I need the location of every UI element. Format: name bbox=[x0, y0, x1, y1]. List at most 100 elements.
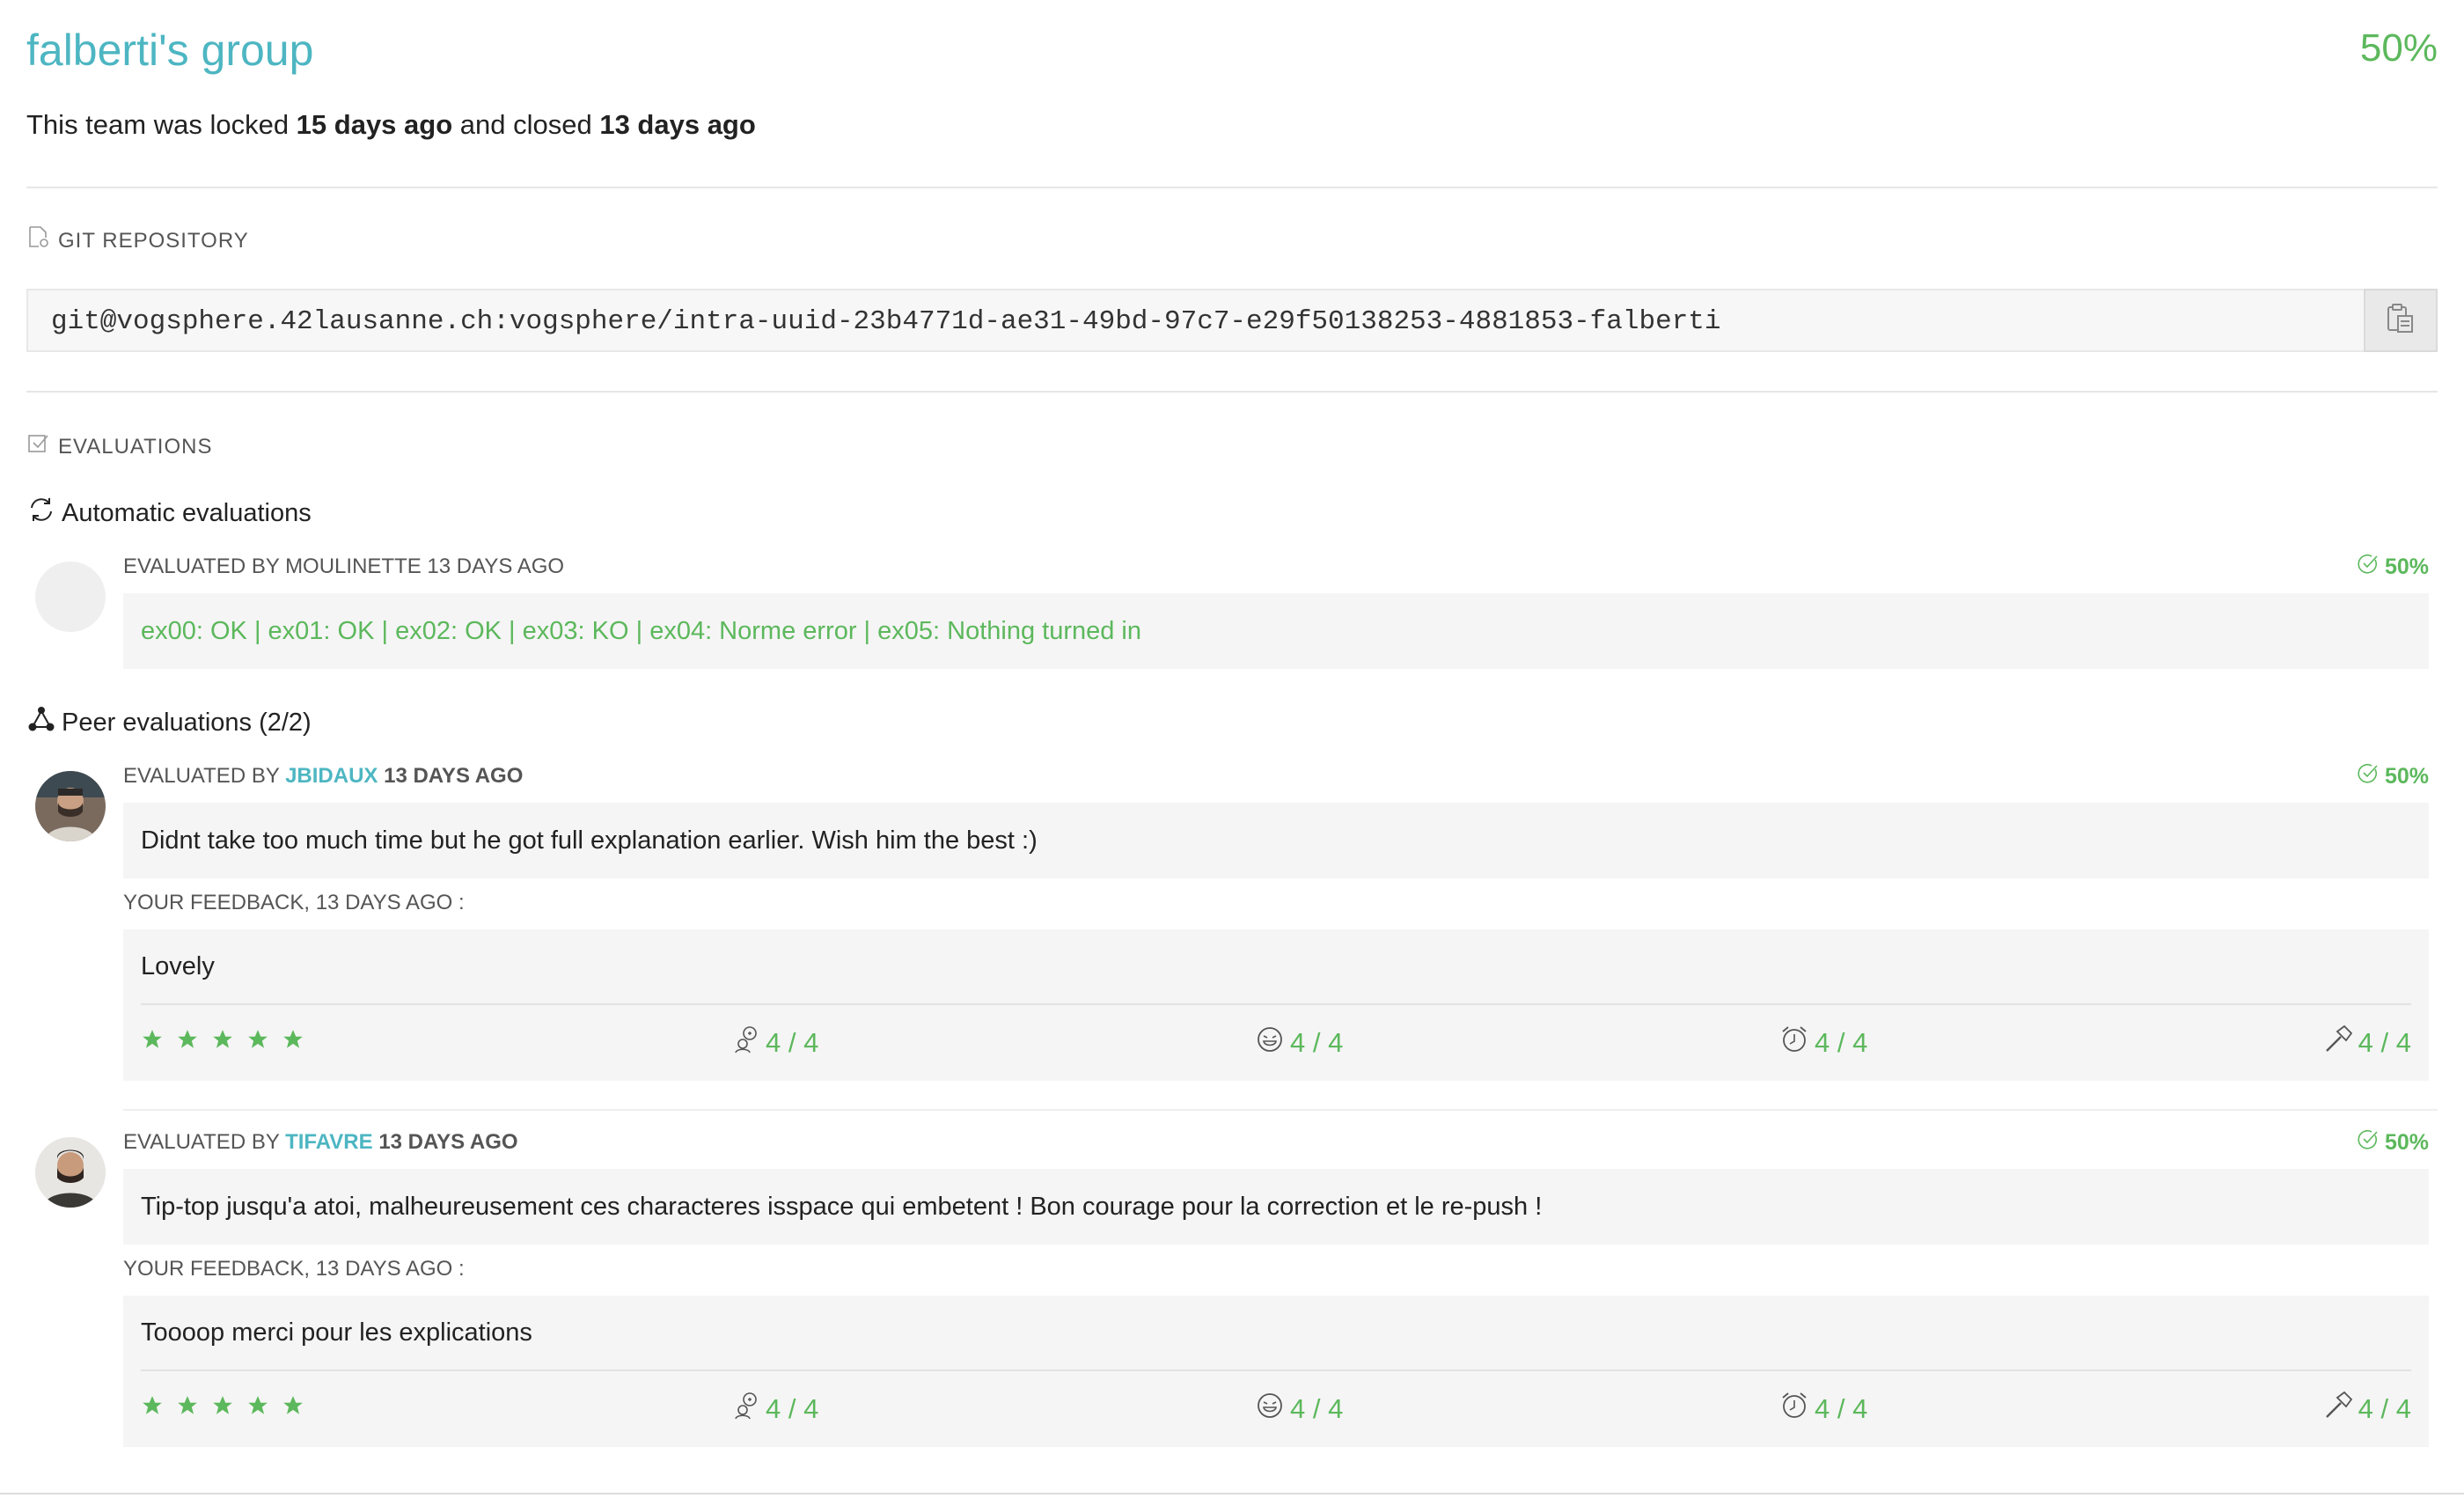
nice-value: 4 / 4 bbox=[1290, 1027, 1344, 1058]
peer-eval-2-score-value: 50% bbox=[2384, 1130, 2429, 1155]
automatic-eval-score: 50% bbox=[2357, 553, 2429, 582]
lock-middle: and closed bbox=[452, 109, 600, 140]
avatar-tifavre[interactable] bbox=[35, 1137, 106, 1208]
interest-value: 4 / 4 bbox=[766, 1393, 819, 1424]
interest-rating: 4 / 4 bbox=[730, 1391, 818, 1428]
lock-status: This team was locked 15 days ago and clo… bbox=[26, 109, 756, 141]
clipboard-icon bbox=[2386, 302, 2416, 340]
automatic-eval-result: ex00: OK | ex01: OK | ex02: OK | ex03: K… bbox=[123, 593, 2429, 669]
star-icon bbox=[283, 1396, 303, 1414]
star-icon bbox=[143, 1030, 162, 1048]
punctuality-value: 4 / 4 bbox=[1815, 1027, 1868, 1058]
repository-url[interactable]: git@vogsphere.42lausanne.ch:vogsphere/in… bbox=[51, 306, 1721, 337]
interest-icon bbox=[730, 1391, 760, 1428]
hammer-icon bbox=[2323, 1024, 2353, 1061]
check-circle-icon bbox=[2357, 553, 2380, 582]
evaluations-text: EVALUATIONS bbox=[58, 434, 213, 459]
peer-eval-2-feedback-text: Toooop merci pour les explications bbox=[141, 1318, 532, 1347]
peer-eval-1-ratings: 4 / 4 4 / 4 4 / 4 4 / 4 bbox=[141, 1024, 2411, 1063]
divider bbox=[123, 1109, 2438, 1111]
star-icon bbox=[213, 1030, 232, 1048]
check-circle-icon bbox=[2357, 762, 2380, 791]
peer-eval-1-feedback-text: Lovely bbox=[141, 952, 215, 980]
group-score: 50% bbox=[2359, 26, 2438, 70]
star-icon bbox=[213, 1396, 232, 1414]
automatic-eval-result-text: ex00: OK | ex01: OK | ex02: OK | ex03: K… bbox=[141, 616, 1142, 645]
peer-eval-1-prefix: EVALUATED BY bbox=[123, 764, 286, 788]
smiley-icon bbox=[1255, 1391, 1285, 1428]
group-title[interactable]: falberti's group bbox=[26, 25, 313, 76]
peer-eval-2-feedback: Toooop merci pour les explications 4 / 4… bbox=[123, 1296, 2429, 1447]
peer-eval-2-ratings: 4 / 4 4 / 4 4 / 4 4 / 4 bbox=[141, 1391, 2411, 1429]
check-circle-icon bbox=[2357, 1128, 2380, 1157]
star-rating bbox=[141, 1394, 304, 1417]
peer-eval-2-feedback-label: YOUR FEEDBACK, 13 DAYS AGO : bbox=[123, 1257, 465, 1281]
punctuality-rating: 4 / 4 bbox=[1779, 1391, 1867, 1428]
divider bbox=[141, 1369, 2411, 1371]
lock-prefix: This team was locked bbox=[26, 109, 297, 140]
automatic-eval-meta: EVALUATED BY MOULINETTE 13 DAYS AGO bbox=[123, 554, 565, 578]
peer-evaluations-text: Peer evaluations (2/2) bbox=[62, 708, 312, 737]
star-icon bbox=[178, 1030, 197, 1048]
peer-eval-1-comment: Didnt take too much time but he got full… bbox=[123, 803, 2429, 878]
nice-value: 4 / 4 bbox=[1290, 1393, 1344, 1424]
peer-eval-1-feedback-label: YOUR FEEDBACK, 13 DAYS AGO : bbox=[123, 891, 465, 914]
evaluations-label: EVALUATIONS bbox=[26, 431, 212, 462]
divider bbox=[141, 1003, 2411, 1005]
peer-eval-2-score: 50% bbox=[2357, 1128, 2429, 1157]
git-repository-text: GIT REPOSITORY bbox=[58, 228, 249, 253]
peer-eval-1-score: 50% bbox=[2357, 762, 2429, 791]
peer-eval-2-when: 13 DAYS AGO bbox=[378, 1130, 518, 1154]
peer-evaluations-heading: Peer evaluations (2/2) bbox=[26, 704, 312, 741]
interest-value: 4 / 4 bbox=[766, 1027, 819, 1058]
nice-rating: 4 / 4 bbox=[1255, 1024, 1343, 1061]
star-icon bbox=[283, 1030, 303, 1048]
peer-eval-2-comment: Tip-top jusqu'a atoi, malheureusement ce… bbox=[123, 1169, 2429, 1245]
interest-icon bbox=[730, 1024, 760, 1061]
rigor-rating: 4 / 4 bbox=[2323, 1391, 2411, 1428]
smiley-icon bbox=[1255, 1024, 1285, 1061]
peer-eval-1-score-value: 50% bbox=[2384, 764, 2429, 789]
star-icon bbox=[178, 1396, 197, 1414]
interest-rating: 4 / 4 bbox=[730, 1024, 818, 1061]
peer-eval-2-prefix: EVALUATED BY bbox=[123, 1130, 286, 1154]
file-icon bbox=[26, 225, 51, 256]
peer-eval-2-meta: EVALUATED BY TIFAVRE 13 DAYS AGO bbox=[123, 1130, 518, 1155]
refresh-icon bbox=[26, 495, 56, 532]
alarm-clock-icon bbox=[1779, 1391, 1809, 1428]
hammer-icon bbox=[2323, 1391, 2353, 1428]
closed-ago: 13 days ago bbox=[599, 109, 756, 140]
rigor-value: 4 / 4 bbox=[2358, 1027, 2411, 1058]
git-repository-label: GIT REPOSITORY bbox=[26, 225, 249, 256]
repository-url-box[interactable]: git@vogsphere.42lausanne.ch:vogsphere/in… bbox=[26, 289, 2438, 352]
rigor-rating: 4 / 4 bbox=[2323, 1024, 2411, 1061]
locked-ago: 15 days ago bbox=[296, 109, 453, 140]
panel-bottom-border bbox=[0, 1493, 2464, 1494]
peer-eval-1-meta: EVALUATED BY JBIDAUX 13 DAYS AGO bbox=[123, 764, 523, 789]
peer-eval-2-comment-text: Tip-top jusqu'a atoi, malheureusement ce… bbox=[141, 1192, 1543, 1221]
checkbox-icon bbox=[26, 431, 51, 462]
star-icon bbox=[248, 1396, 268, 1414]
automatic-evaluations-heading: Automatic evaluations bbox=[26, 495, 312, 532]
moulinette-avatar bbox=[35, 562, 106, 632]
rigor-value: 4 / 4 bbox=[2358, 1393, 2411, 1424]
punctuality-rating: 4 / 4 bbox=[1779, 1024, 1867, 1061]
automatic-evaluations-text: Automatic evaluations bbox=[62, 498, 312, 527]
star-icon bbox=[248, 1030, 268, 1048]
peer-eval-1-comment-text: Didnt take too much time but he got full… bbox=[141, 826, 1038, 855]
network-icon bbox=[26, 704, 56, 741]
divider bbox=[26, 391, 2438, 393]
peer-eval-1-feedback: Lovely 4 / 4 4 / 4 4 / 4 4 / 4 bbox=[123, 929, 2429, 1081]
automatic-eval-score-value: 50% bbox=[2384, 554, 2429, 579]
avatar-jbidaux[interactable] bbox=[35, 771, 106, 841]
peer-eval-1-login[interactable]: JBIDAUX bbox=[285, 764, 378, 788]
punctuality-value: 4 / 4 bbox=[1815, 1393, 1868, 1424]
peer-eval-1-when: 13 DAYS AGO bbox=[384, 764, 524, 788]
alarm-clock-icon bbox=[1779, 1024, 1809, 1061]
peer-eval-2-login[interactable]: TIFAVRE bbox=[285, 1130, 373, 1154]
star-rating bbox=[141, 1028, 304, 1051]
nice-rating: 4 / 4 bbox=[1255, 1391, 1343, 1428]
star-icon bbox=[143, 1396, 162, 1414]
copy-repository-button[interactable] bbox=[2364, 289, 2438, 352]
divider bbox=[26, 187, 2438, 188]
